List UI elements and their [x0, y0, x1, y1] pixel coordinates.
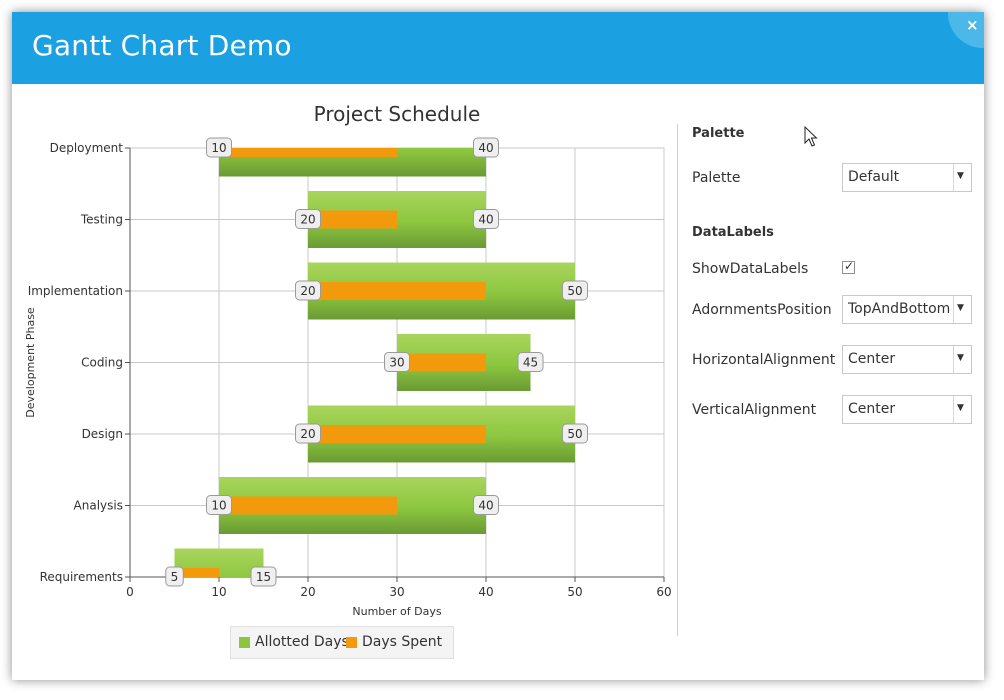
- mouse-pointer-icon: [804, 126, 818, 147]
- horizontal-alignment-value: Center: [848, 351, 896, 367]
- data-label: 5: [171, 570, 179, 584]
- x-tick-label: 20: [300, 585, 315, 599]
- data-label: 20: [300, 427, 315, 441]
- data-label: 20: [300, 284, 315, 298]
- y-tick-label: Testing: [80, 213, 123, 227]
- x-tick-label: 30: [389, 585, 404, 599]
- x-tick-label: 60: [656, 585, 671, 599]
- vertical-alignment-value: Center: [848, 401, 896, 417]
- y-tick-label: Deployment: [50, 141, 124, 155]
- combo-separator: [953, 296, 954, 323]
- y-tick-label: Implementation: [28, 284, 123, 298]
- palette-section-title: Palette: [692, 126, 745, 141]
- y-tick-label: Analysis: [74, 499, 123, 513]
- x-tick-label: 40: [478, 585, 493, 599]
- data-label: 30: [389, 356, 404, 370]
- y-tick-label: Requirements: [40, 570, 123, 584]
- data-label: 40: [478, 499, 493, 513]
- palette-label: Palette: [692, 170, 741, 186]
- data-label: 50: [567, 284, 582, 298]
- spent-bar[interactable]: [219, 139, 397, 157]
- x-tick-label: 0: [126, 585, 134, 599]
- y-axis-title: Development Phase: [24, 307, 37, 418]
- data-label: 15: [256, 570, 271, 584]
- x-tick-label: 50: [567, 585, 582, 599]
- show-datalabels-checkbox[interactable]: ✓: [842, 259, 855, 274]
- chevron-down-icon: ▼: [957, 303, 964, 313]
- data-label: 10: [211, 141, 226, 155]
- datalabels-section-title: DataLabels: [692, 225, 774, 240]
- spent-bar[interactable]: [308, 282, 486, 300]
- chevron-down-icon: ▼: [957, 171, 964, 181]
- close-button[interactable]: ×: [948, 12, 984, 48]
- spent-bar[interactable]: [308, 425, 486, 443]
- gantt-chart: 0 10 20 30 40 50 60 Requirements Analysis Design C…: [24, 137, 672, 618]
- x-axis-title: Number of Days: [352, 605, 442, 618]
- x-tick-label: 10: [211, 585, 226, 599]
- y-tick-label: Design: [82, 427, 123, 441]
- data-label: 40: [478, 141, 493, 155]
- data-label: 45: [523, 356, 538, 370]
- data-label: 10: [211, 499, 226, 513]
- chevron-down-icon: ▼: [957, 403, 964, 413]
- legend-swatch-spent: [346, 637, 357, 648]
- show-datalabels-label: ShowDataLabels: [692, 261, 809, 277]
- legend-label-spent: Days Spent: [362, 634, 443, 650]
- combo-separator: [953, 346, 954, 373]
- vertical-alignment-label: VerticalAlignment: [692, 402, 817, 418]
- data-label: 20: [300, 213, 315, 227]
- spent-bar[interactable]: [308, 210, 397, 229]
- chevron-down-icon: ▼: [957, 353, 964, 363]
- spent-bar[interactable]: [183, 568, 219, 586]
- gantt-demo-window: Gantt Chart Demo × Project Schedule 0 10 2…: [12, 12, 984, 680]
- combo-separator: [953, 396, 954, 423]
- spent-bar[interactable]: [397, 353, 486, 372]
- adornments-position-value: TopAndBottom: [848, 301, 951, 317]
- adornments-position-combobox[interactable]: TopAndBottom ▼: [842, 295, 972, 324]
- combo-separator: [953, 164, 954, 191]
- palette-value: Default: [848, 169, 900, 185]
- checkmark-icon: ✓: [844, 259, 855, 273]
- chart-legend: Allotted Days Days Spent: [230, 626, 454, 659]
- palette-combobox[interactable]: Default ▼: [842, 163, 972, 192]
- horizontal-alignment-combobox[interactable]: Center ▼: [842, 345, 972, 374]
- y-tick-label: Coding: [81, 356, 123, 370]
- legend-swatch-allotted: [239, 637, 250, 648]
- horizontal-alignment-label: HorizontalAlignment: [692, 352, 836, 368]
- vertical-alignment-combobox[interactable]: Center ▼: [842, 395, 972, 424]
- panel-divider: [677, 124, 678, 636]
- adornments-position-label: AdornmentsPosition: [692, 302, 832, 318]
- spent-bar[interactable]: [219, 496, 397, 515]
- data-label: 40: [478, 213, 493, 227]
- close-icon: ×: [966, 16, 979, 34]
- legend-label-allotted: Allotted Days: [255, 634, 349, 650]
- data-label: 50: [567, 427, 582, 441]
